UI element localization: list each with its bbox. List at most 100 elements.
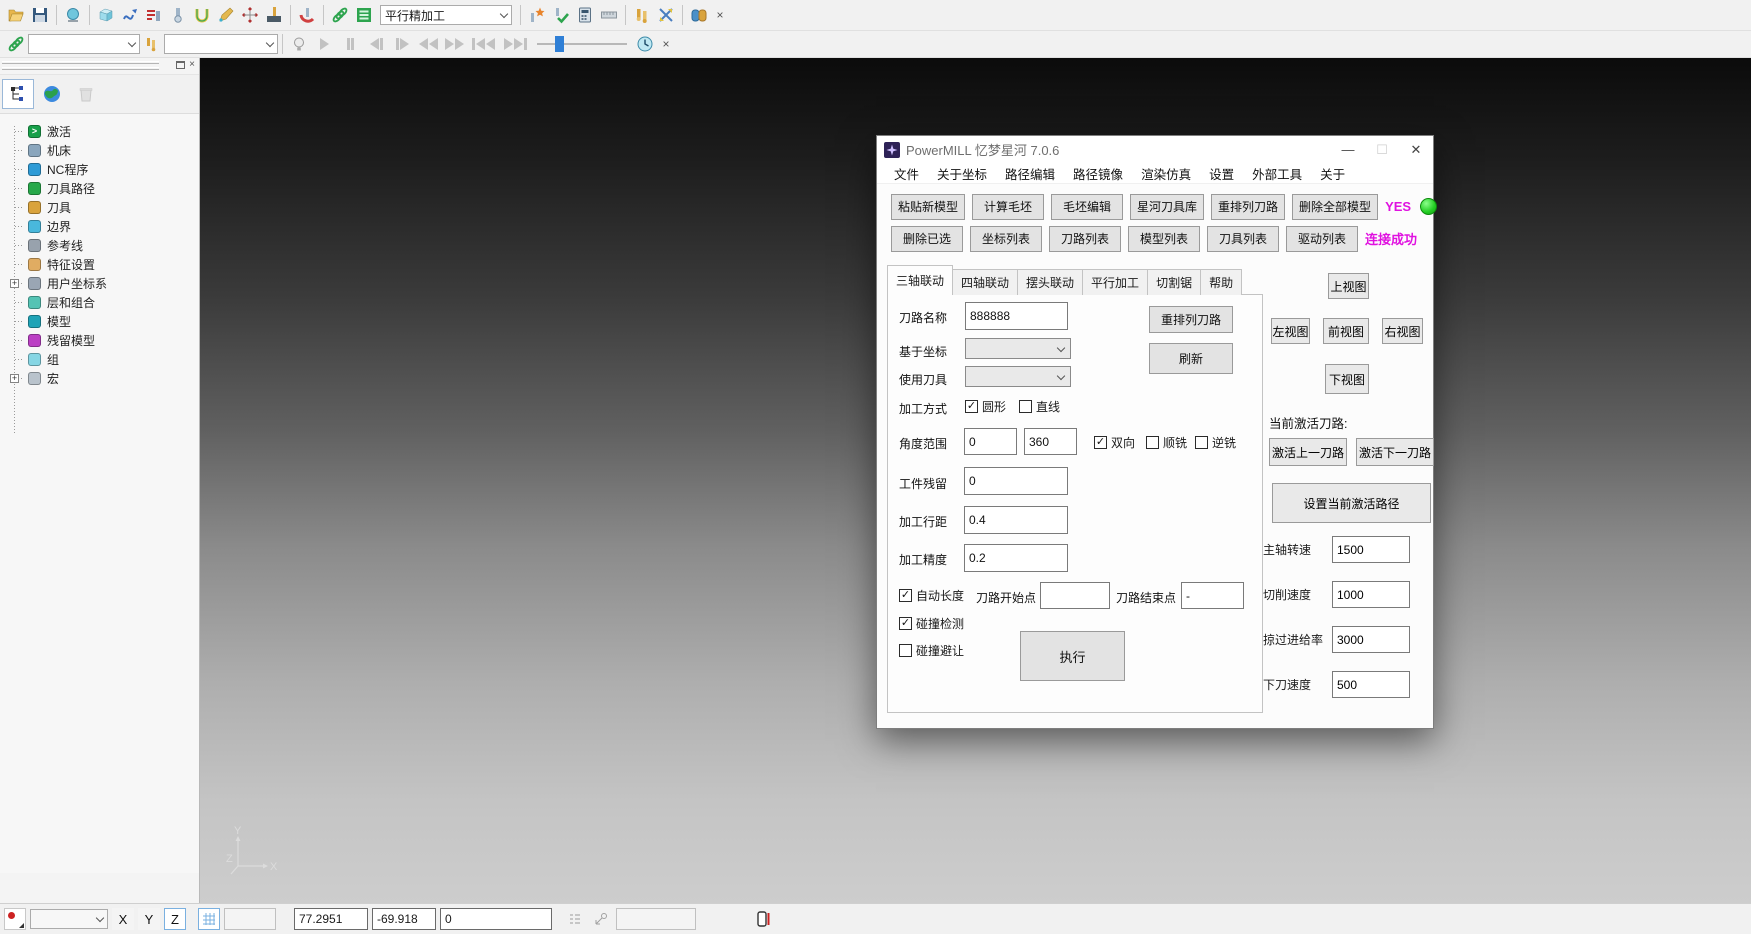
grid-size-input[interactable] [224,908,276,930]
step-back-button[interactable] [363,34,389,54]
base-coord-select[interactable] [965,338,1071,359]
toolbar-close-button[interactable]: × [657,35,675,53]
verify-icon[interactable] [549,3,573,27]
maximize-button[interactable]: ☐ [1365,136,1399,163]
action-button[interactable]: 粘贴新模型 [891,194,965,220]
dialog-tab[interactable]: 摆头联动 [1017,269,1083,295]
transform-icon[interactable] [654,3,678,27]
strategy-preset-dropdown[interactable]: 平行精加工 [380,5,512,25]
menu-item[interactable]: 外部工具 [1243,164,1311,183]
toolpath-spring-icon[interactable] [328,3,352,27]
action-button[interactable]: 删除已选 [891,226,963,252]
float-panel-icon[interactable] [176,61,185,69]
tree-item[interactable]: + 模型 [0,312,199,331]
tree-item[interactable]: + 刀具路径 [0,179,199,198]
toolpath-name-input[interactable] [965,302,1068,330]
action-button[interactable]: 计算毛坯 [972,194,1044,220]
stepover-input[interactable] [964,506,1068,534]
coord-y-input[interactable]: -69.918 [372,908,436,930]
tree-item[interactable]: + 机床 [0,141,199,160]
view-left-button[interactable]: 左视图 [1271,318,1310,344]
execute-button[interactable]: 执行 [1020,631,1125,681]
menu-item[interactable]: 设置 [1200,164,1243,183]
collision-avoid-checkbox[interactable]: ✓ 碰撞避让 [899,642,964,659]
toolpath-list-icon[interactable] [352,3,376,27]
dialog-tab[interactable]: 帮助 [1200,269,1242,295]
tool-pair-icon[interactable] [630,3,654,27]
block-icon[interactable] [94,3,118,27]
action-button[interactable]: 驱动列表 [1286,226,1358,252]
world-tab[interactable] [36,79,68,109]
tree-item[interactable]: + 边界 [0,217,199,236]
feature-icon[interactable] [238,3,262,27]
speed-input[interactable] [1332,536,1410,563]
tree-item[interactable]: + 残留模型 [0,331,199,350]
menu-item[interactable]: 关于坐标 [928,164,996,183]
go-start-button[interactable] [467,34,499,54]
marker-button[interactable] [4,908,26,930]
open-icon[interactable] [4,3,28,27]
action-button[interactable]: 星河刀具库 [1130,194,1204,220]
speed-input[interactable] [1332,581,1410,608]
close-button[interactable]: ✕ [1399,136,1433,163]
go-end-button[interactable] [499,34,531,54]
dialog-tab[interactable]: 平行加工 [1082,269,1148,295]
action-button[interactable]: 删除全部模型 [1292,194,1378,220]
speed-slider[interactable] [537,34,627,54]
boundary-icon[interactable] [190,3,214,27]
tool-select-dropdown[interactable] [164,34,278,54]
toolbar-close-button[interactable]: × [711,6,729,24]
dialog-titlebar[interactable]: PowerMILL 忆梦星河 7.0.6 — ☐ ✕ [877,136,1433,163]
rearrange-toolpaths-button[interactable]: 重排列刀路 [1149,306,1233,333]
sphere-icon[interactable] [61,3,85,27]
action-button[interactable]: 刀路列表 [1049,226,1121,252]
tree-item[interactable]: + 参考线 [0,236,199,255]
dialog-tab[interactable]: 四轴联动 [952,269,1018,295]
play-button[interactable] [311,34,337,54]
minimize-button[interactable]: — [1331,136,1365,163]
activate-prev-toolpath-button[interactable]: 激活上一刀路 [1269,438,1347,466]
rewind-button[interactable] [415,34,441,54]
tolerance-input[interactable] [964,544,1068,572]
angle-from-input[interactable] [964,428,1017,455]
pause-button[interactable] [337,34,363,54]
set-active-path-button[interactable]: 设置当前激活路径 [1272,483,1431,523]
speed-input[interactable] [1332,626,1410,653]
menu-item[interactable]: 渲染仿真 [1132,164,1200,183]
conventional-mill-checkbox[interactable]: ✓ 逆铣 [1195,434,1236,451]
tree-item[interactable]: + 刀具 [0,198,199,217]
fast-forward-button[interactable] [441,34,467,54]
calculator-icon[interactable] [573,3,597,27]
ruler-icon[interactable] [597,3,621,27]
tree-item[interactable]: + 组 [0,350,199,369]
measure-input[interactable] [616,908,696,930]
tool-icon[interactable] [166,3,190,27]
close-panel-icon[interactable]: × [189,60,195,70]
angle-to-input[interactable] [1024,428,1077,455]
coord-z-input[interactable]: 0 [440,908,552,930]
pattern-icon[interactable] [214,3,238,27]
dialog-tab[interactable]: 切割锯 [1147,269,1201,295]
stock-model-icon[interactable] [262,3,286,27]
strategies-icon[interactable] [118,3,142,27]
step-forward-button[interactable] [389,34,415,54]
menu-item[interactable]: 路径镜像 [1064,164,1132,183]
trash-tab[interactable] [70,79,102,109]
phone-icon[interactable] [752,908,774,930]
menu-item[interactable]: 文件 [885,164,928,183]
slider-handle[interactable] [555,36,564,52]
clock-icon[interactable] [633,32,657,56]
action-button[interactable]: 重排列刀路 [1211,194,1285,220]
auto-length-checkbox[interactable]: ✓ 自动长度 [899,587,964,604]
workplane-dropdown[interactable] [30,909,108,929]
action-button[interactable]: 坐标列表 [970,226,1042,252]
locate-point-icon[interactable] [590,908,612,930]
tree-item[interactable]: + > 激活 [0,122,199,141]
explorer-tree-tab[interactable] [2,79,34,109]
dialog-tab[interactable]: 三轴联动 [887,265,953,295]
coord-x-input[interactable]: 77.2951 [294,908,368,930]
action-button[interactable]: 模型列表 [1128,226,1200,252]
lightbulb-icon[interactable] [287,32,311,56]
tree-item[interactable]: + 特征设置 [0,255,199,274]
grid-button[interactable] [198,908,220,930]
